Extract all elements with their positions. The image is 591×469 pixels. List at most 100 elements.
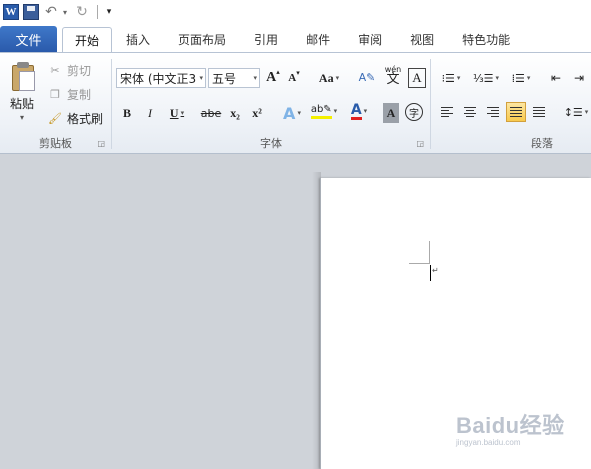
clipboard-group: 粘贴 ▾ ✂ 剪切 ❐ 复制 🖌 格式刷 剪贴板 ◲ (0, 53, 111, 153)
line-spacing-icon: ↕☰ (563, 105, 583, 119)
copy-button[interactable]: ❐ 复制 (48, 85, 91, 103)
character-shading-icon: A (386, 105, 396, 120)
numbering-button[interactable]: ⅓☰ ▾ (471, 68, 501, 88)
redo-icon[interactable]: ↻ (74, 4, 90, 20)
ribbon: 粘贴 ▾ ✂ 剪切 ❐ 复制 🖌 格式刷 剪贴板 ◲ 宋体 (中文正3 ▾ 五号… (0, 52, 591, 154)
bold-button[interactable]: B (120, 103, 134, 123)
increase-indent-button[interactable]: ⇥ (569, 68, 589, 88)
format-painter-label: 格式刷 (67, 111, 104, 126)
highlight-button[interactable]: ab✎ ▾ (310, 101, 338, 121)
align-left-icon (441, 106, 453, 118)
quick-access-toolbar: W ↶ ▾ ↻ ▾ (0, 0, 591, 24)
strikethrough-button[interactable]: abe (200, 103, 222, 123)
format-painter-button[interactable]: 🖌 格式刷 (48, 109, 103, 127)
strikethrough-icon: abe (200, 106, 222, 120)
save-icon[interactable] (23, 4, 39, 20)
grow-font-icon: A (266, 70, 277, 85)
numbering-icon: ⅓☰ (472, 71, 494, 85)
text-cursor (430, 265, 431, 281)
character-shading-button[interactable]: A (383, 103, 399, 123)
character-border-button[interactable]: A (408, 68, 426, 88)
decrease-indent-button[interactable]: ⇤ (546, 68, 566, 88)
tab-file[interactable]: 文件 (0, 26, 57, 52)
tab-view[interactable]: 视图 (396, 26, 448, 52)
paragraph-group-label: 段落 (531, 137, 553, 150)
bullets-button[interactable]: ⁝☰ ▾ (437, 68, 465, 88)
qat-separator (97, 5, 98, 19)
underline-icon: U (169, 105, 179, 120)
align-right-icon (487, 106, 499, 118)
copy-label: 复制 (67, 87, 92, 102)
tab-review[interactable]: 审阅 (344, 26, 396, 52)
margin-mark-vertical (429, 241, 430, 263)
customize-icon[interactable]: ▾ (101, 4, 117, 20)
italic-button[interactable]: I (143, 103, 157, 123)
tab-page-layout[interactable]: 页面布局 (164, 26, 240, 52)
highlighter-icon: ab✎ (310, 104, 332, 119)
tab-references[interactable]: 引用 (240, 26, 292, 52)
bullets-icon: ⁝☰ (441, 71, 455, 85)
paste-icon[interactable] (10, 61, 38, 91)
tab-mailings[interactable]: 邮件 (292, 26, 344, 52)
text-effects-button[interactable]: A ▾ (280, 103, 304, 123)
shrink-font-icon: A (288, 72, 297, 84)
line-spacing-button[interactable]: ↕☰ ▾ (563, 102, 589, 122)
justify-button[interactable] (506, 102, 526, 122)
align-right-button[interactable] (483, 102, 503, 122)
superscript-icon: x² (252, 105, 262, 120)
align-center-icon (464, 106, 476, 118)
font-color-icon: A (350, 101, 362, 120)
word-icon[interactable]: W (3, 4, 19, 20)
font-name-value: 宋体 (中文正3 (120, 71, 197, 86)
font-name-select[interactable]: 宋体 (中文正3 ▾ (116, 68, 206, 88)
clear-formatting-icon: A✎ (358, 70, 376, 84)
justify-icon (510, 106, 522, 118)
shrink-font-button[interactable]: A ▾ (286, 68, 302, 88)
align-left-button[interactable] (437, 102, 457, 122)
grow-font-button[interactable]: A ▴ (265, 68, 281, 88)
ribbon-tabs: 文件 开始 插入 页面布局 引用 邮件 审阅 视图 特色功能 (0, 24, 591, 53)
font-launcher-icon[interactable]: ◲ (416, 139, 424, 148)
chevron-down-icon: ▾ (253, 74, 257, 82)
decrease-indent-icon: ⇤ (550, 71, 562, 85)
multilevel-list-button[interactable]: ⁞☰ ▾ (506, 68, 536, 88)
tab-special-features[interactable]: 特色功能 (448, 26, 524, 52)
tab-home[interactable]: 开始 (62, 27, 113, 53)
clipboard-launcher-icon[interactable]: ◲ (97, 139, 105, 148)
phonetic-guide-char: 文 (386, 72, 400, 87)
align-center-button[interactable] (460, 102, 480, 122)
underline-button[interactable]: U ▾ (165, 103, 189, 123)
cut-label: 剪切 (67, 63, 92, 78)
bold-icon: B (122, 105, 131, 120)
paragraph-group: ⁝☰ ▾ ⅓☰ ▾ ⁞☰ ▾ ⇤ ⇥ ↕☰ ▾ 段落 (431, 53, 591, 153)
multilevel-list-icon: ⁞☰ (511, 71, 525, 85)
copy-icon: ❐ (50, 87, 60, 101)
clipboard-group-label: 剪贴板 (39, 137, 72, 150)
baidu-watermark: Baidu经验 jingyan.baidu.com (456, 408, 565, 447)
superscript-button[interactable]: x² (249, 103, 265, 123)
watermark-main: Baidu经验 (456, 413, 565, 438)
character-border-icon: A (412, 70, 422, 85)
undo-dropdown-icon[interactable]: ▾ (63, 8, 71, 17)
clear-formatting-button[interactable]: A✎ (357, 67, 377, 87)
text-effects-icon: A (283, 103, 296, 123)
cut-button[interactable]: ✂ 剪切 (48, 61, 91, 79)
subscript-button[interactable]: x₂ (227, 103, 243, 123)
subscript-icon: x₂ (230, 105, 240, 120)
font-group-label: 字体 (260, 137, 282, 150)
undo-icon[interactable]: ↶ (43, 4, 59, 20)
paste-dropdown-icon[interactable]: ▾ (20, 113, 24, 122)
increase-indent-icon: ⇥ (573, 71, 585, 85)
font-size-select[interactable]: 五号 ▾ (208, 68, 260, 88)
paragraph-mark-icon: ↵ (432, 266, 439, 275)
phonetic-guide-button[interactable]: wén 文 (382, 65, 404, 87)
italic-icon: I (148, 105, 152, 120)
paintbrush-icon: 🖌 (48, 111, 62, 125)
font-color-button[interactable]: A ▾ (345, 101, 373, 121)
scissors-icon: ✂ (50, 63, 60, 77)
enclose-characters-button[interactable]: 字 (405, 103, 423, 121)
distributed-button[interactable] (529, 102, 549, 122)
tab-insert[interactable]: 插入 (112, 26, 164, 52)
paste-button[interactable]: 粘贴 (10, 95, 34, 112)
change-case-button[interactable]: Aa ▾ (315, 68, 343, 88)
